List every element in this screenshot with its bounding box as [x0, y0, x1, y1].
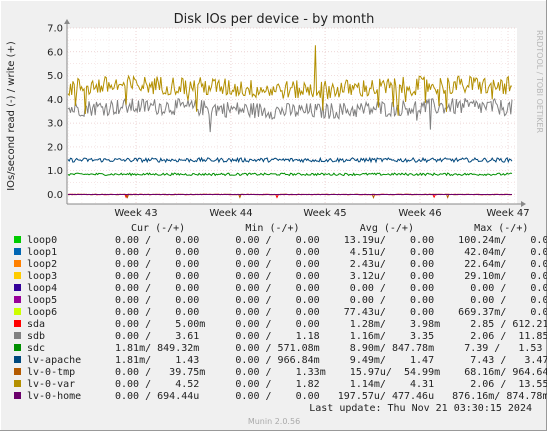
legend-swatch [14, 392, 21, 399]
y-tick-label: 4.0 [47, 95, 63, 106]
legend-series-name: loop0 [27, 235, 57, 246]
legend-series-name: loop1 [27, 247, 57, 258]
legend-series-values: 0.00 / 0.00 0.00 / 0.00 77.43u/ 0.00 669… [115, 307, 547, 318]
legend-series-values: 0.00 / 0.00 0.00 / 0.00 0.00 / 0.00 0.00… [115, 295, 547, 306]
y-axis-label: IOs/second read (-) / write (+) [6, 41, 17, 191]
last-update: Last update: Thu Nov 21 03:30:15 2024 [309, 403, 532, 414]
x-tick-label: Week 46 [398, 208, 441, 219]
legend-series-values: 1.81m/ 1.43 0.00 / 966.84m 9.49m/ 1.47 7… [115, 355, 547, 366]
legend-series-values: 0.00 / 0.00 0.00 / 0.00 3.12u/ 0.00 29.1… [115, 271, 547, 282]
legend-series-values: 0.00 / 5.00m 0.00 / 0.00 1.28m/ 3.98m 2.… [115, 319, 547, 330]
legend-series-values: 1.81m/ 849.32m 0.00 / 571.08m 8.90m/ 847… [115, 343, 542, 354]
legend-series-values: 0.00 / 4.52 0.00 / 1.82 1.14m/ 4.31 2.06… [115, 379, 547, 390]
legend-swatch [14, 248, 21, 255]
x-tick-label: Week 45 [303, 208, 346, 219]
legend-series-name: loop3 [27, 271, 57, 282]
legend-swatch [14, 296, 21, 303]
x-tick-label: Week 47 [486, 208, 529, 219]
y-tick-label: 6.0 [47, 47, 63, 58]
chart-title: Disk IOs per device - by month [174, 12, 375, 27]
y-tick-label: 0.0 [47, 190, 63, 201]
legend-swatch [14, 380, 21, 387]
legend-series-values: 0.00 / 39.75m 0.00 / 1.33m 15.97u/ 54.99… [115, 367, 547, 378]
legend-series-name: loop4 [27, 283, 57, 294]
legend-swatch [14, 344, 21, 351]
y-tick-label: 3.0 [47, 119, 63, 130]
legend-swatch [14, 332, 21, 339]
legend-series-name: sdb [27, 331, 45, 342]
legend-series-values: 0.00 / 3.61 0.00 / 1.18 1.16m/ 3.35 2.06… [115, 331, 547, 342]
plot-area [67, 28, 517, 204]
x-tick-label: Week 44 [209, 208, 252, 219]
rrdtool-credit: RRDTOOL / TOBI OETIKER [535, 30, 544, 133]
legend-swatch [14, 356, 21, 363]
legend-series-values: 0.00 / 0.00 0.00 / 0.00 2.43u/ 0.00 22.6… [115, 259, 547, 270]
legend-series-name: loop5 [27, 295, 57, 306]
y-tick-label: 1.0 [47, 166, 63, 177]
legend-series-values: 0.00 / 0.00 0.00 / 0.00 13.19u/ 0.00 100… [115, 235, 547, 246]
legend-series-values: 0.00 / 694.44u 0.00 / 0.00 197.57u/ 477.… [115, 391, 547, 402]
legend-swatch [14, 320, 21, 327]
legend-series-values: 0.00 / 0.00 0.00 / 0.00 4.51u/ 0.00 42.0… [115, 247, 547, 258]
y-tick-label: 5.0 [47, 71, 63, 82]
legend-series-values: 0.00 / 0.00 0.00 / 0.00 0.00 / 0.00 0.00… [115, 283, 547, 294]
legend-series-name: lv-apache [27, 355, 81, 366]
footer: Munin 2.0.56 [248, 417, 300, 426]
legend-header: Cur (-/+) Min (-/+) Avg (-/+) Max (-/+) [131, 223, 528, 234]
legend-swatch [14, 284, 21, 291]
legend-swatch [14, 308, 21, 315]
y-tick-label: 7.0 [47, 24, 63, 35]
y-axis-arrow [64, 19, 70, 24]
x-axis-arrow [521, 201, 526, 207]
legend-swatch [14, 260, 21, 267]
legend-series-name: lv-0-home [27, 391, 81, 402]
legend-swatch [14, 368, 21, 375]
legend-series-name: lv-0-tmp [27, 367, 75, 378]
x-tick-label: Week 43 [114, 208, 157, 219]
legend: Cur (-/+) Min (-/+) Avg (-/+) Max (-/+) … [14, 223, 547, 414]
legend-series-name: sda [27, 319, 45, 330]
disk-io-chart: Disk IOs per device - by month IOs/secon… [0, 0, 547, 431]
legend-series-name: lv-0-var [27, 379, 75, 390]
y-tick-label: 2.0 [47, 142, 63, 153]
legend-series-name: loop6 [27, 307, 57, 318]
legend-series-name: sdc [27, 343, 45, 354]
legend-swatch [14, 236, 21, 243]
legend-series-name: loop2 [27, 259, 57, 270]
legend-swatch [14, 272, 21, 279]
